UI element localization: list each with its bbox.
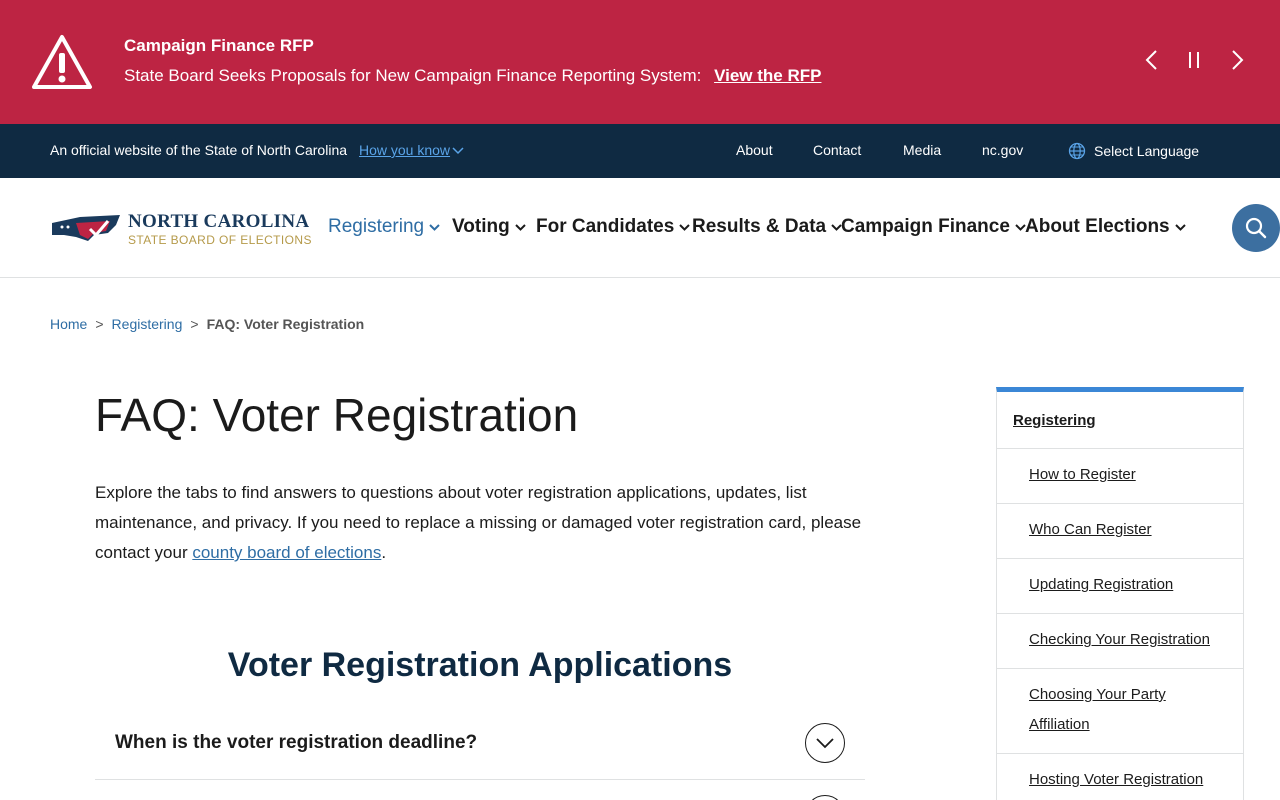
sidenav-item-label: Checking Your Registration <box>1029 631 1210 648</box>
globe-icon <box>1068 142 1086 160</box>
sidenav-updating-registration[interactable]: Updating Registration <box>997 559 1243 614</box>
sidenav-item-label: Hosting Voter Registration <box>1029 771 1204 788</box>
util-link-ncgov[interactable]: nc.gov <box>982 142 1023 158</box>
nav-registering[interactable]: Registering <box>328 216 440 238</box>
nav-results-data-label: Results & Data <box>692 216 827 237</box>
util-link-about[interactable]: About <box>736 142 773 158</box>
official-site-bar: An official website of the State of Nort… <box>0 124 1280 178</box>
sidenav-item-label: Choosing Your Party Affiliation <box>1029 686 1166 733</box>
nav-results-data[interactable]: Results & Data <box>692 216 842 238</box>
breadcrumb-home[interactable]: Home <box>50 316 87 332</box>
sidenav-choosing-party[interactable]: Choosing Your Party Affiliation <box>997 669 1243 754</box>
faq-item[interactable]: When is the voter registration deadline? <box>95 712 865 780</box>
pause-icon <box>1189 52 1199 68</box>
how-you-know-toggle[interactable]: How you know <box>359 142 464 158</box>
chevron-down-icon <box>452 147 464 155</box>
search-button[interactable] <box>1232 204 1280 252</box>
nav-voting-label: Voting <box>452 216 510 237</box>
sidenav-registering[interactable]: Registering <box>997 392 1243 449</box>
page-title: FAQ: Voter Registration <box>95 389 579 441</box>
section-title: Voter Registration Applications <box>227 646 733 684</box>
nav-for-candidates[interactable]: For Candidates <box>536 216 691 238</box>
sidenav-checking-registration[interactable]: Checking Your Registration <box>997 614 1243 669</box>
sidenav-hosting-voter-registration[interactable]: Hosting Voter Registration <box>997 754 1243 800</box>
breadcrumb-separator: > <box>190 316 199 332</box>
alert-text: State Board Seeks Proposals for New Camp… <box>124 66 821 86</box>
intro-paragraph: Explore the tabs to find answers to ques… <box>95 478 885 568</box>
sidenav-how-to-register[interactable]: How to Register <box>997 449 1243 504</box>
chevron-down-icon <box>429 223 440 231</box>
pause-alert-button[interactable] <box>1180 46 1208 74</box>
select-language-label: Select Language <box>1094 143 1200 159</box>
breadcrumb-current: FAQ: Voter Registration <box>206 316 365 332</box>
how-you-know-label: How you know <box>359 142 451 158</box>
chevron-right-icon <box>1232 50 1244 70</box>
sidenav-who-can-register[interactable]: Who Can Register <box>997 504 1243 559</box>
sidenav-item-label: Who Can Register <box>1029 521 1152 538</box>
sidenav-item-label: How to Register <box>1029 466 1136 483</box>
chevron-down-icon <box>679 223 691 231</box>
nav-registering-label: Registering <box>328 216 425 237</box>
site-header: NORTH CAROLINA STATE BOARD OF ELECTIONS … <box>0 178 1280 278</box>
nav-campaign-finance[interactable]: Campaign Finance <box>841 216 1026 238</box>
nav-about-elections-label: About Elections <box>1025 216 1170 237</box>
official-site-text: An official website of the State of Nort… <box>50 142 348 158</box>
chevron-left-icon <box>1145 50 1157 70</box>
breadcrumb: Home > Registering > FAQ: Voter Registration <box>50 316 364 332</box>
faq-expand-toggle[interactable] <box>805 795 845 800</box>
chevron-down-icon <box>816 738 834 749</box>
county-board-link[interactable]: county board of elections <box>192 543 381 562</box>
logo-name: NORTH CAROLINA <box>128 211 310 232</box>
site-logo[interactable]: NORTH CAROLINA STATE BOARD OF ELECTIONS <box>50 210 311 247</box>
search-icon <box>1245 217 1267 239</box>
util-link-contact[interactable]: Contact <box>813 142 861 158</box>
chevron-down-icon <box>514 223 526 231</box>
intro-end: . <box>381 543 387 562</box>
faq-expand-toggle[interactable] <box>805 723 845 763</box>
breadcrumb-registering[interactable]: Registering <box>112 316 183 332</box>
alert-banner: Campaign Finance RFP State Board Seeks P… <box>0 0 1280 124</box>
sidenav-heading: Registering <box>1013 412 1096 429</box>
faq-question: When is the voter registration deadline? <box>115 732 478 753</box>
alert-message: State Board Seeks Proposals for New Camp… <box>124 66 702 85</box>
view-rfp-link[interactable]: View the RFP <box>714 66 821 85</box>
next-alert-button[interactable] <box>1224 46 1252 74</box>
breadcrumb-separator: > <box>95 316 104 332</box>
warning-icon <box>32 35 92 89</box>
previous-alert-button[interactable] <box>1137 46 1165 74</box>
nav-voting[interactable]: Voting <box>452 216 526 238</box>
nav-for-candidates-label: For Candidates <box>536 216 675 237</box>
nav-about-elections[interactable]: About Elections <box>1025 216 1186 238</box>
nav-campaign-finance-label: Campaign Finance <box>841 216 1010 237</box>
select-language-button[interactable]: Select Language <box>1068 142 1199 160</box>
faq-item[interactable] <box>95 781 865 800</box>
nc-state-map-icon <box>52 215 120 241</box>
util-link-media[interactable]: Media <box>903 142 941 158</box>
side-navigation: Registering How to Register Who Can Regi… <box>996 387 1244 800</box>
sidenav-item-label: Updating Registration <box>1029 576 1174 593</box>
logo-subtitle: STATE BOARD OF ELECTIONS <box>128 233 312 247</box>
alert-title: Campaign Finance RFP <box>124 36 314 55</box>
chevron-down-icon <box>1174 223 1186 231</box>
